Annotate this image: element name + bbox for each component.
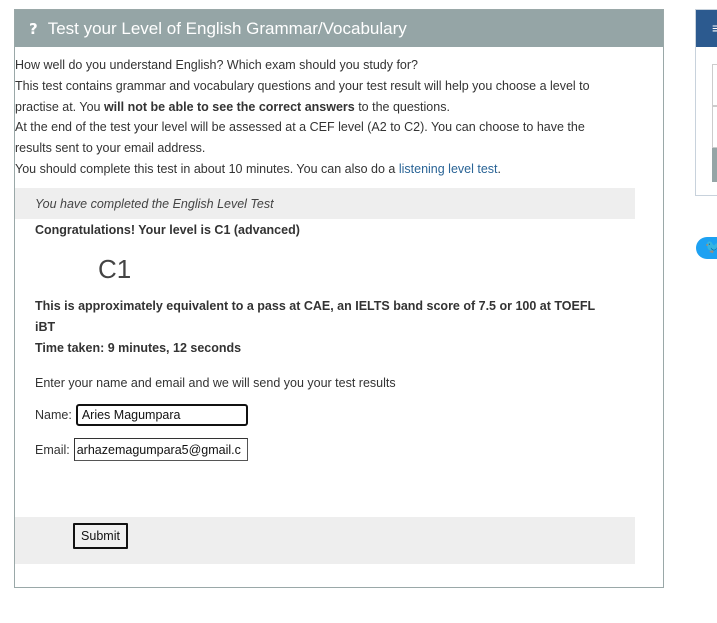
result-section: Congratulations! Your level is C1 (advan…: [35, 220, 595, 461]
intro-text: How well do you understand English? Whic…: [15, 55, 625, 180]
submit-bar: Submit: [15, 517, 635, 564]
time-taken: Time taken: 9 minutes, 12 seconds: [35, 341, 242, 355]
panel-title: Test your Level of English Grammar/Vocab…: [47, 18, 407, 38]
intro-line-2-end: to the questions.: [354, 99, 450, 114]
question-icon: ?: [29, 19, 38, 38]
side-widget-item[interactable]: [712, 64, 717, 106]
intro-line-4-start: You should complete this test in about 1…: [15, 161, 399, 176]
equivalence-text: This is approximately equivalent to a pa…: [35, 299, 595, 334]
listening-test-link[interactable]: listening level test: [399, 162, 498, 176]
panel-header: ? Test your Level of English Grammar/Voc…: [15, 10, 663, 47]
name-input[interactable]: [75, 404, 248, 426]
side-widget-item[interactable]: [712, 106, 717, 148]
email-label: Email:: [35, 442, 70, 457]
congrats-text: Congratulations! Your level is C1 (advan…: [35, 223, 300, 237]
name-row: Name:: [35, 404, 595, 426]
twitter-button[interactable]: 🐦: [696, 237, 717, 259]
twitter-icon: 🐦: [705, 240, 717, 255]
completed-banner: You have completed the English Level Tes…: [15, 188, 635, 219]
email-input[interactable]: [73, 438, 248, 461]
send-results-prompt: Enter your name and email and we will se…: [35, 376, 396, 390]
intro-line-2-bold: will not be able to see the correct answ…: [103, 99, 355, 114]
email-row: Email:: [35, 438, 595, 461]
side-widget-header: ≡: [696, 10, 717, 47]
intro-line-1: How well do you understand English? Whic…: [15, 58, 418, 72]
submit-button[interactable]: Submit: [73, 523, 128, 549]
side-widget-bar: [712, 148, 717, 182]
level-display: C1: [98, 254, 132, 284]
intro-line-4-end: .: [497, 161, 501, 176]
name-label: Name:: [35, 408, 72, 422]
menu-icon[interactable]: ≡: [712, 20, 717, 36]
side-widget: ≡: [695, 9, 717, 196]
intro-line-4: You should complete this test in about 1…: [15, 159, 625, 180]
intro-line-2: This test contains grammar and vocabular…: [15, 76, 625, 118]
intro-line-3: At the end of the test your level will b…: [15, 120, 585, 156]
